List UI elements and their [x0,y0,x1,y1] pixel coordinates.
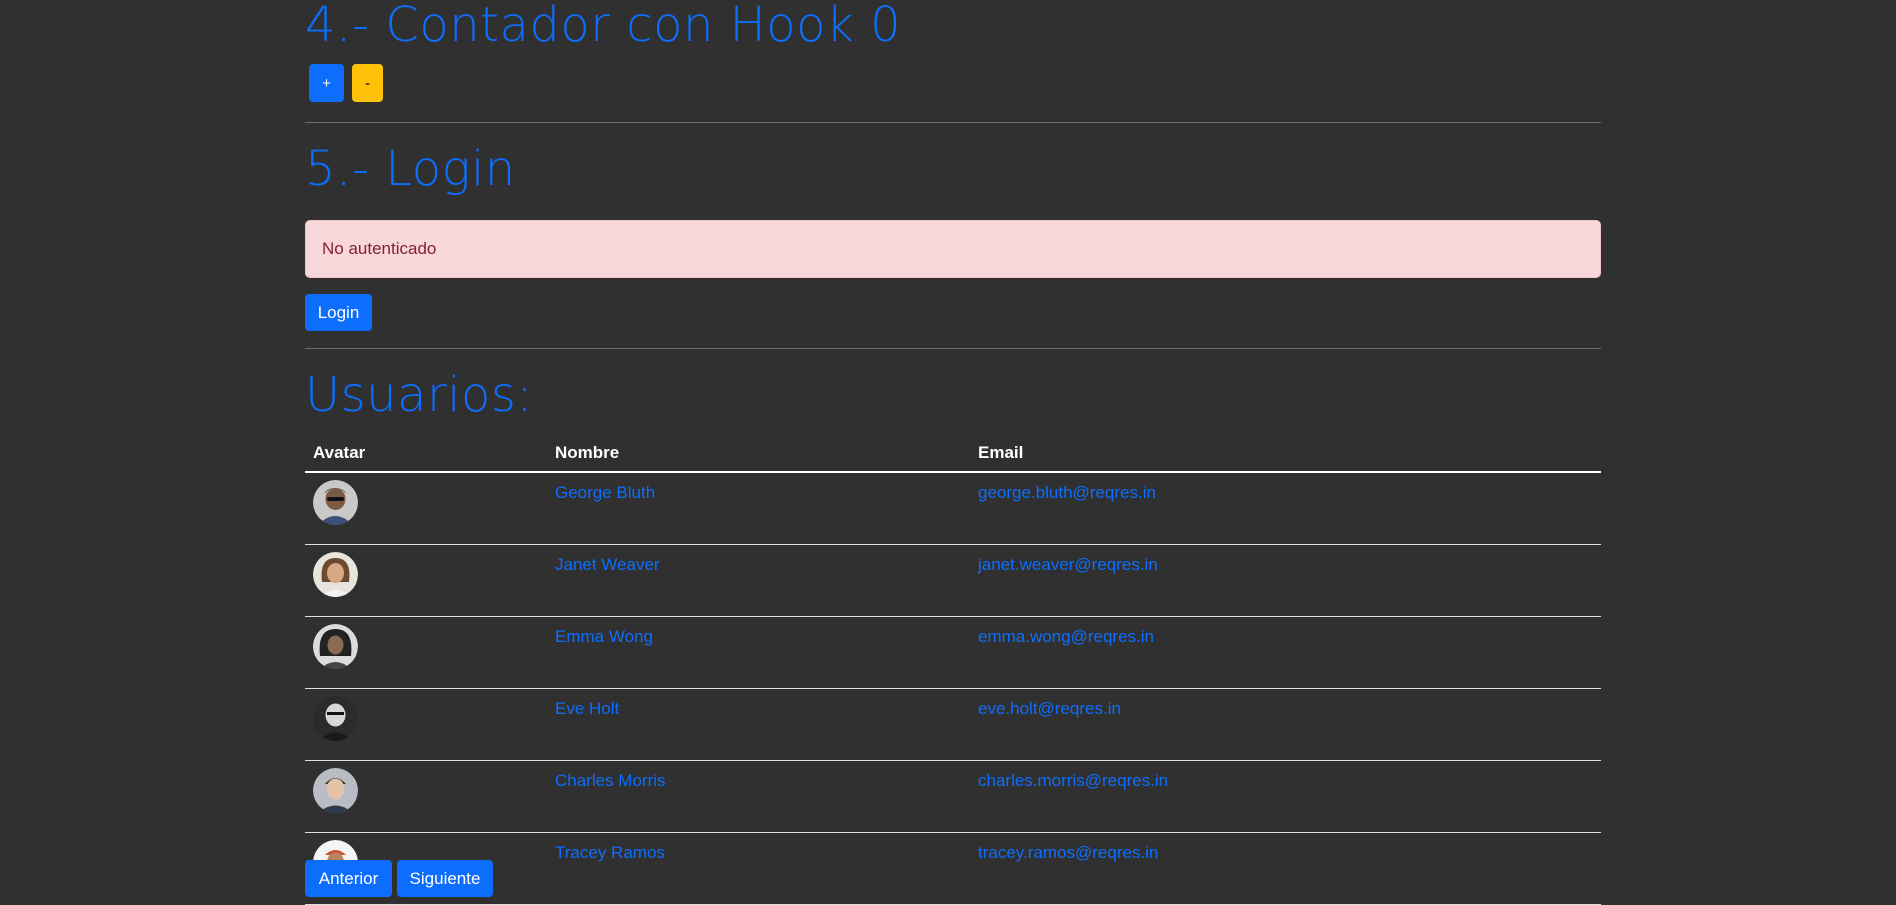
table-header-row: Avatar Nombre Email [305,434,1601,473]
users-table: Avatar Nombre Email George Bluth george.… [305,434,1601,905]
user-name: Janet Weaver [547,544,970,617]
column-header-email: Email [970,434,1601,473]
counter-title: 4.- Contador con Hook [305,0,855,53]
user-name: Charles Morris [547,760,970,833]
decrement-button[interactable]: - [352,64,383,102]
next-page-button[interactable]: Siguiente [397,860,493,897]
user-avatar [313,696,358,741]
user-avatar [313,624,358,669]
column-header-avatar: Avatar [305,434,547,473]
user-name: Tracey Ramos [547,832,970,905]
table-row: George Bluth george.bluth@reqres.in [305,472,1601,545]
login-button[interactable]: Login [305,294,372,331]
user-email: emma.wong@reqres.in [970,616,1601,689]
login-heading: 5.- Login [305,141,516,197]
user-email: eve.holt@reqres.in [970,688,1601,761]
increment-button[interactable]: + [309,64,344,102]
divider [305,122,1601,123]
table-row: Eve Holt eve.holt@reqres.in [305,688,1601,761]
table-row: Emma Wong emma.wong@reqres.in [305,616,1601,689]
user-email: george.bluth@reqres.in [970,472,1601,545]
counter-heading: 4.- Contador con Hook 0 [305,0,901,56]
user-name: Emma Wong [547,616,970,689]
user-avatar [313,768,358,813]
table-row: Charles Morris charles.morris@reqres.in [305,760,1601,833]
previous-page-button[interactable]: Anterior [305,860,392,897]
column-header-name: Nombre [547,434,970,473]
user-name: George Bluth [547,472,970,545]
counter-value: 0 [870,0,902,53]
user-avatar [313,552,358,597]
table-row: Janet Weaver janet.weaver@reqres.in [305,544,1601,617]
user-name: Eve Holt [547,688,970,761]
auth-status-alert: No autenticado [305,220,1601,278]
user-avatar [313,480,358,525]
user-email: janet.weaver@reqres.in [970,544,1601,617]
user-email: tracey.ramos@reqres.in [970,832,1601,905]
divider [305,348,1601,349]
users-heading: Usuarios: [305,367,534,423]
user-email: charles.morris@reqres.in [970,760,1601,833]
table-row: Tracey Ramos tracey.ramos@reqres.in [305,832,1601,905]
